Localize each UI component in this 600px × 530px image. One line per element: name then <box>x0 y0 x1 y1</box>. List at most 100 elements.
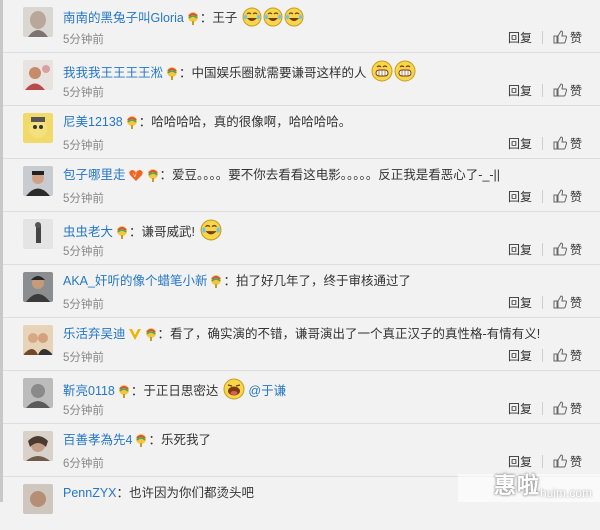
divider <box>541 242 543 256</box>
laugh-cry-emoji-icon <box>263 7 283 32</box>
comment-item: 我我我王王王王淞 ：中国娱乐圈就需要谦哥这样的人 5分钟前 回复赞 <box>3 53 600 106</box>
comment-time: 5分钟前 <box>63 352 104 364</box>
like-button[interactable]: 赞 <box>553 347 582 364</box>
reply-button[interactable]: 回复 <box>508 135 532 152</box>
like-label: 赞 <box>569 348 582 363</box>
username-link[interactable]: 乐活弃吴迪 <box>63 327 126 341</box>
comment-time: 6分钟前 <box>63 458 104 470</box>
avatar[interactable] <box>23 113 53 143</box>
reply-button[interactable]: 回复 <box>508 241 532 258</box>
like-button[interactable]: 赞 <box>553 453 582 470</box>
divider <box>541 401 543 415</box>
reply-button[interactable]: 回复 <box>508 294 532 311</box>
member-badge-icon <box>186 11 200 30</box>
comment-text: 拍了好几年了，终于审核通过了 <box>235 274 411 288</box>
thumbs-up-icon <box>553 189 567 203</box>
reply-button[interactable]: 回复 <box>508 82 532 99</box>
like-button[interactable]: 赞 <box>553 241 582 258</box>
comment-text: 爱豆。。。。要不你去看看这电影。。。。。反正我是看恶心了-_-|| <box>172 168 501 182</box>
thumbs-up-icon <box>553 348 567 362</box>
comment-time: 5分钟前 <box>63 405 104 417</box>
username-link[interactable]: 靳亮0118 <box>63 384 115 398</box>
svg-text:v: v <box>133 172 137 179</box>
comment-time: 5分钟前 <box>63 193 104 205</box>
like-button[interactable]: 赞 <box>553 29 582 46</box>
username-link[interactable]: 南南的黑兔子叫Gloria <box>63 11 184 25</box>
username-link[interactable]: 我我我王王王王淞 <box>63 66 163 80</box>
thumbs-up-icon <box>553 242 567 256</box>
watermark-url: huim.com <box>539 486 592 500</box>
comment-text: 王子 <box>212 11 238 25</box>
like-label: 赞 <box>569 83 582 98</box>
avatar[interactable] <box>23 325 53 355</box>
thumbs-up-icon <box>553 30 567 44</box>
divider <box>541 295 543 309</box>
reply-button[interactable]: 回复 <box>508 347 532 364</box>
laugh-cry-emoji-icon <box>284 7 304 32</box>
username-link[interactable]: AKA_奸听的像个蜡笔小新 <box>63 274 207 288</box>
comment-item: 南南的黑兔子叫Gloria ：王子 5分钟前 回复赞 <box>3 0 600 53</box>
like-label: 赞 <box>569 30 582 45</box>
comment-time: 5分钟前 <box>63 87 104 99</box>
thumbs-up-icon <box>553 295 567 309</box>
comment-item: 靳亮0118 ：于正日思密达 @于谦 5分钟前 回复赞 <box>3 371 600 424</box>
like-label: 赞 <box>569 454 582 469</box>
avatar[interactable] <box>23 484 53 514</box>
avatar[interactable] <box>23 60 53 90</box>
watermark-logo: 惠啦 <box>493 473 540 498</box>
like-label: 赞 <box>569 401 582 416</box>
member-badge-icon <box>125 115 139 134</box>
verified-v-badge-icon <box>128 327 142 346</box>
like-button[interactable]: 赞 <box>553 400 582 417</box>
like-label: 赞 <box>569 295 582 310</box>
comment-text: 于正日思密达 <box>143 384 219 398</box>
divider <box>541 30 543 44</box>
like-button[interactable]: 赞 <box>553 135 582 152</box>
username-link[interactable]: 尼美12138 <box>63 115 123 129</box>
like-button[interactable]: 赞 <box>553 82 582 99</box>
divider <box>541 348 543 362</box>
member-badge-icon <box>117 384 131 403</box>
comment-text: 看了，确实演的不错，谦哥演出了一个真正汉子的真性格-有情有义! <box>170 327 541 341</box>
thumbs-up-icon <box>553 454 567 468</box>
username-link[interactable]: 百善孝為先4 <box>63 433 132 447</box>
mention-link[interactable]: @于谦 <box>248 384 286 398</box>
like-button[interactable]: 赞 <box>553 294 582 311</box>
laughing-emoji-icon <box>223 378 245 405</box>
avatar[interactable] <box>23 431 53 461</box>
grin-emoji-icon <box>394 60 416 87</box>
comment-text: 谦哥威武! <box>141 225 196 239</box>
member-badge-icon <box>209 274 223 293</box>
comment-time: 5分钟前 <box>63 140 104 152</box>
avatar[interactable] <box>23 272 53 302</box>
avatar[interactable] <box>23 7 53 37</box>
laugh-cry-emoji-icon <box>200 219 222 246</box>
reply-button[interactable]: 回复 <box>508 453 532 470</box>
divider <box>541 189 543 203</box>
like-button[interactable]: 赞 <box>553 188 582 205</box>
like-label: 赞 <box>569 242 582 257</box>
laugh-cry-emoji-icon <box>242 7 262 32</box>
member-badge-icon <box>165 66 179 85</box>
avatar[interactable] <box>23 219 53 249</box>
member-badge-icon <box>134 433 148 452</box>
thumbs-up-icon <box>553 401 567 415</box>
comment-item: 虫虫老大 ：谦哥威武! 5分钟前 回复赞 <box>3 212 600 265</box>
avatar[interactable] <box>23 378 53 408</box>
divider <box>541 136 543 150</box>
comment-text: 乐死我了 <box>160 433 211 447</box>
thumbs-up-icon <box>553 136 567 150</box>
vip-heart-badge-icon: v <box>128 168 144 187</box>
member-badge-icon <box>144 327 158 346</box>
comment-time: 5分钟前 <box>63 299 104 311</box>
username-link[interactable]: 虫虫老大 <box>63 225 113 239</box>
username-link[interactable]: 包子哪里走 <box>63 168 126 182</box>
username-link[interactable]: PennZYX <box>63 486 117 500</box>
reply-button[interactable]: 回复 <box>508 400 532 417</box>
comment-text: 中国娱乐圈就需要谦哥这样的人 <box>191 66 367 80</box>
thumbs-up-icon <box>553 83 567 97</box>
comment-item: 尼美12138 ：哈哈哈哈，真的很像啊，哈哈哈哈。 5分钟前 回复赞 <box>3 106 600 159</box>
reply-button[interactable]: 回复 <box>508 29 532 46</box>
avatar[interactable] <box>23 166 53 196</box>
reply-button[interactable]: 回复 <box>508 188 532 205</box>
